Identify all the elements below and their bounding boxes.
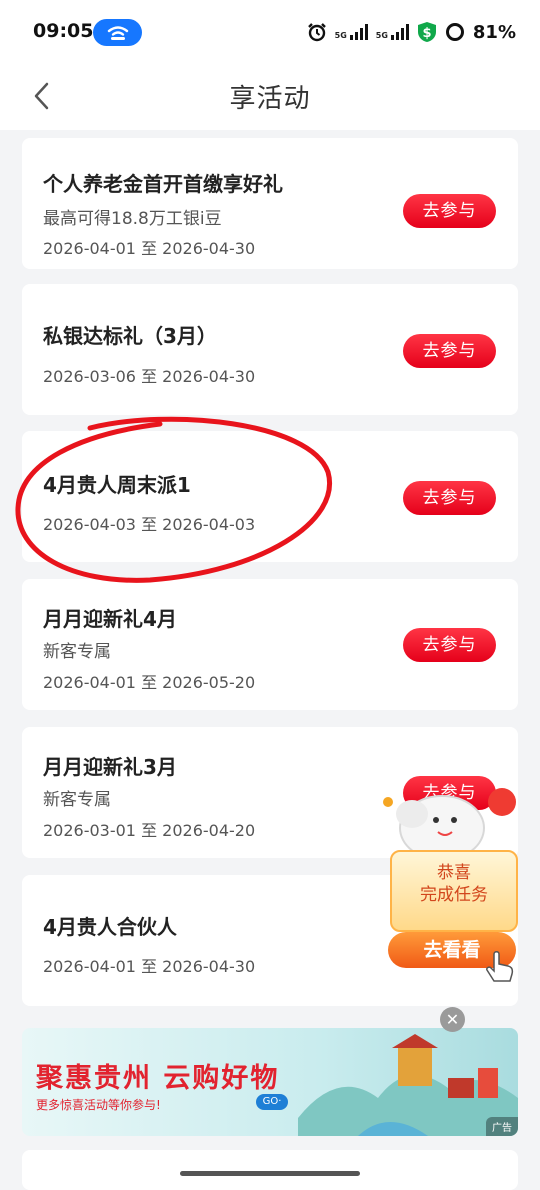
reward-float-widget[interactable]: 恭喜 完成任务 去看看 [382,780,522,990]
signal-2-icon: 5G [376,24,409,40]
activity-card[interactable]: 4月贵人周末派1 2026-04-03 至 2026-04-03 去参与 [22,431,518,562]
activity-date: 2026-03-01 至 2026-04-20 [43,821,256,840]
activity-name: 4月贵人周末派1 [43,473,191,497]
svg-text:$: $ [422,26,431,41]
landscape-illustration-icon [298,1034,518,1136]
pointer-hand-icon [486,951,514,982]
activity-name: 4月贵人合伙人 [43,915,177,939]
ad-banner[interactable]: 聚惠贵州 云购好物 更多惊喜活动等你参与! GO· 广告 [22,1028,518,1136]
network-type-1: 5G [334,31,347,40]
activity-date: 2026-04-01 至 2026-05-20 [43,673,256,692]
join-button[interactable]: 去参与 [403,628,496,662]
close-icon[interactable]: ✕ [440,1007,465,1032]
activity-name: 月月迎新礼4月 [43,607,177,631]
activity-subtitle: 最高可得18.8万工银i豆 [43,209,222,229]
activity-name: 个人养老金首开首缴享好礼 [43,172,283,196]
activity-card[interactable]: 月月迎新礼4月 新客专属 2026-04-01 至 2026-05-20 去参与 [22,579,518,710]
ad-tag: 广告 [486,1117,518,1136]
activity-name: 月月迎新礼3月 [43,755,177,779]
reward-line-2: 完成任务 [420,885,488,905]
page-header: 享活动 [0,64,540,130]
ad-go-button[interactable]: GO· [256,1094,288,1110]
ad-subtitle: 更多惊喜活动等你参与! [36,1098,161,1112]
ad-title: 聚惠贵州 云购好物 [36,1063,280,1094]
join-button[interactable]: 去参与 [403,194,496,228]
activity-card[interactable]: 私银达标礼（3月） 2026-03-06 至 2026-04-30 去参与 [22,284,518,415]
status-bar: 09:05 5G 5G $ 81% [0,0,540,64]
reward-message: 恭喜 完成任务 [390,850,518,932]
join-button[interactable]: 去参与 [403,334,496,368]
hotspot-icon [93,19,142,46]
mascot-icon [383,788,516,860]
join-button[interactable]: 去参与 [403,481,496,515]
activity-card[interactable] [22,1150,518,1190]
activity-subtitle: 新客专属 [43,790,111,810]
activity-date: 2026-04-01 至 2026-04-30 [43,239,256,258]
battery-level: 81% [472,21,516,43]
home-indicator[interactable] [180,1171,360,1176]
network-type-2: 5G [375,31,388,40]
status-time: 09:05 [33,20,94,42]
activity-subtitle: 新客专属 [43,642,111,662]
activity-date: 2026-04-01 至 2026-04-30 [43,957,256,976]
activity-date: 2026-03-06 至 2026-04-30 [43,367,256,386]
activity-name: 私银达标礼（3月） [43,324,217,348]
reward-line-1: 恭喜 [437,863,471,883]
signal-1-icon: 5G [335,24,368,40]
activity-date: 2026-04-03 至 2026-04-03 [43,515,256,534]
page-title: 享活动 [229,84,311,114]
security-shield-icon: $ [417,22,436,42]
activity-card[interactable]: 个人养老金首开首缴享好礼 最高可得18.8万工银i豆 2026-04-01 至 … [22,138,518,269]
alarm-icon [307,23,326,42]
battery-ring-icon [445,23,464,41]
